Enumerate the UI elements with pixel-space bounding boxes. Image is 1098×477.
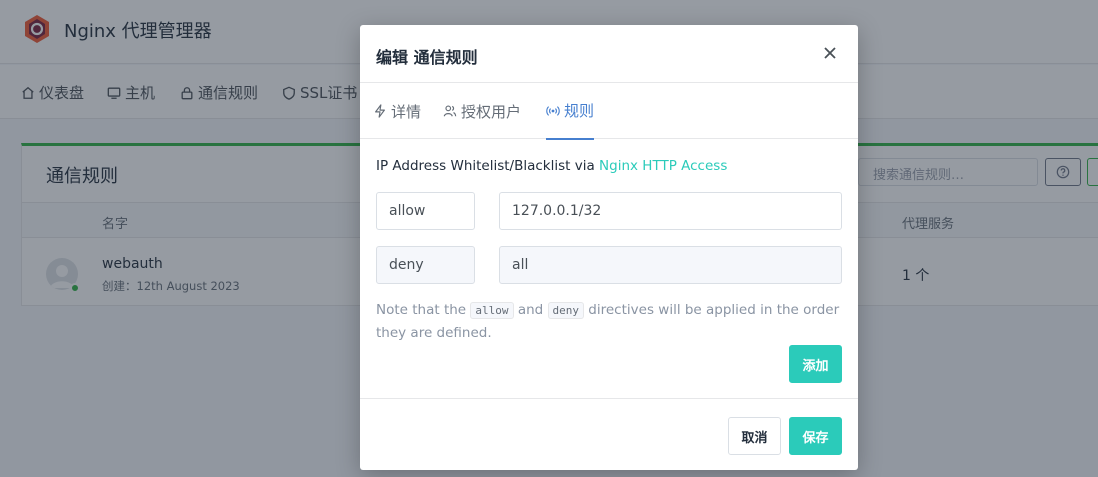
rules-description: IP Address Whitelist/Blacklist via Nginx… bbox=[376, 158, 727, 174]
nginx-access-link[interactable]: Nginx HTTP Access bbox=[599, 158, 727, 174]
note-text: and bbox=[513, 302, 548, 318]
close-icon bbox=[824, 47, 836, 59]
radio-icon bbox=[546, 105, 560, 116]
tab-details[interactable]: 详情 bbox=[373, 83, 421, 139]
cancel-button[interactable]: 取消 bbox=[728, 417, 781, 455]
modal-tabs: 详情 授权用户 规则 bbox=[360, 83, 858, 140]
address-input[interactable]: all bbox=[499, 246, 842, 284]
note-code-allow: allow bbox=[470, 302, 514, 319]
address-input[interactable]: 127.0.0.1/32 bbox=[499, 192, 842, 230]
tab-rules[interactable]: 规则 bbox=[546, 83, 595, 140]
note-text: Note that the bbox=[376, 302, 471, 318]
directive-select[interactable]: allow bbox=[376, 192, 475, 230]
tab-label: 详情 bbox=[391, 102, 422, 121]
description-text: IP Address Whitelist/Blacklist via bbox=[376, 158, 600, 174]
directive-select[interactable]: deny bbox=[376, 246, 475, 284]
close-button[interactable] bbox=[820, 43, 840, 63]
note-code-deny: deny bbox=[547, 302, 585, 319]
bolt-icon bbox=[375, 104, 385, 118]
users-icon bbox=[443, 105, 457, 117]
save-button[interactable]: 保存 bbox=[789, 417, 842, 455]
modal-header: 编辑 通信规则 bbox=[360, 25, 858, 83]
edit-access-list-modal: 编辑 通信规则 详情 授权用户 规则 IP Address Whitelist/… bbox=[360, 25, 858, 470]
modal-title: 编辑 通信规则 bbox=[376, 48, 478, 67]
modal-footer: 取消 保存 bbox=[360, 398, 858, 470]
add-rule-button[interactable]: 添加 bbox=[789, 345, 842, 383]
tab-label: 规则 bbox=[564, 102, 595, 120]
order-note: Note that the allow and deny directives … bbox=[376, 299, 846, 345]
tab-label: 授权用户 bbox=[461, 102, 522, 121]
tab-authorization[interactable]: 授权用户 bbox=[443, 83, 521, 139]
